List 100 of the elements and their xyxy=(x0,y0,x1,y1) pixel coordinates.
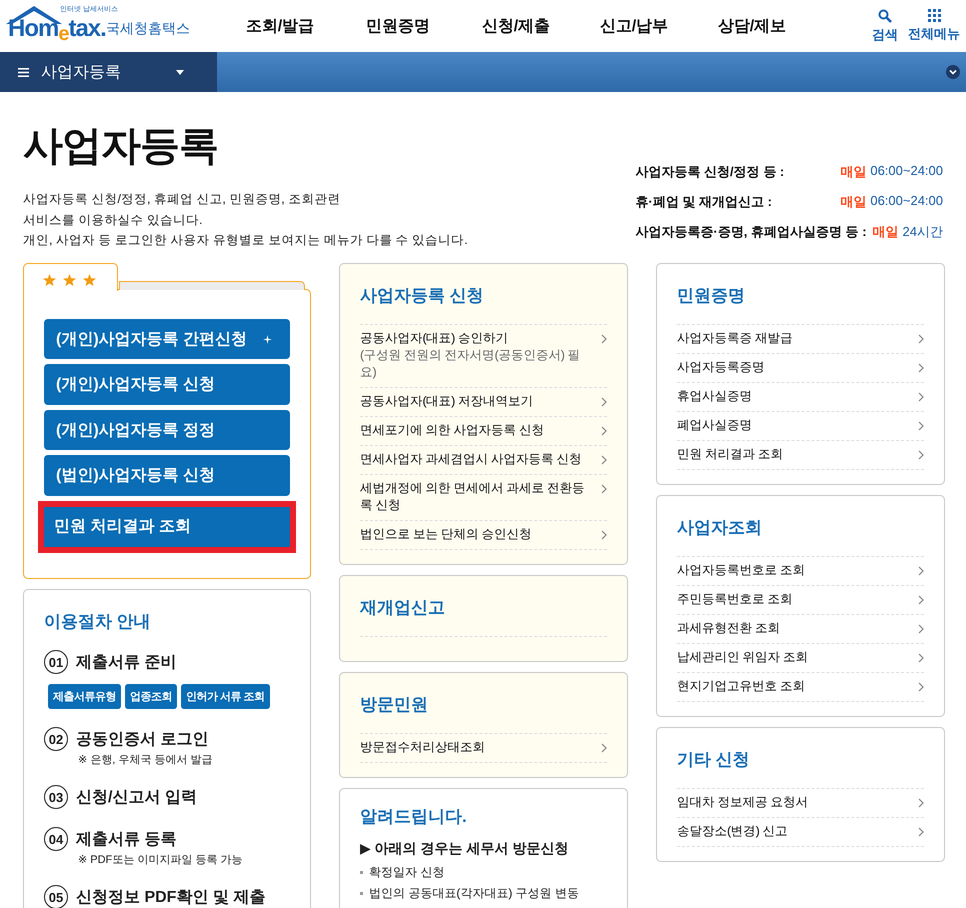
hours-day: 매일 xyxy=(840,163,866,181)
hours-time: 24시간 xyxy=(902,223,943,241)
search-link[interactable]: 검색 xyxy=(872,26,898,44)
step-note: ※ PDF또는 이미지파일 등록 가능 xyxy=(78,853,244,867)
hours-label: 사업자등록증·증명, 휴폐업사실증명 등 : xyxy=(635,223,867,241)
menu-link[interactable]: 사업자등록증 재발급 xyxy=(677,325,924,354)
favorite-button[interactable]: 민원 처리결과 조회 xyxy=(38,500,296,554)
hours-day: 매일 xyxy=(872,223,899,241)
menu-link[interactable]: 면세포기에 의한 사업자등록 신청 xyxy=(360,417,607,446)
chevron-right-icon xyxy=(601,397,607,407)
step-title: 공동인증서 로그인 xyxy=(76,730,208,750)
menu-link[interactable]: 민원 처리결과 조회 xyxy=(677,441,924,470)
lookup-button[interactable]: 인허가 서류 조회 xyxy=(181,684,270,709)
menu-link[interactable]: 납세관리인 위임자 조회 xyxy=(677,644,924,673)
star-icon xyxy=(43,274,56,286)
menu-link[interactable]: 법인으로 보는 단체의 승인신청 xyxy=(360,521,607,550)
favorite-button[interactable]: (개인)사업자등록 정정 xyxy=(44,410,290,450)
description-text: 사업자등록 신청/정정, 휴폐업 신고, 민원증명, 조회관련 xyxy=(23,191,342,208)
star-icon xyxy=(63,274,76,286)
chevron-right-icon xyxy=(918,334,924,344)
chevron-right-icon xyxy=(918,421,924,431)
menu-link[interactable]: 사업자등록증명 xyxy=(677,354,924,383)
menu-link[interactable]: 휴업사실증명 xyxy=(677,383,924,412)
menu-link[interactable]: 송달장소(변경) 신고 xyxy=(677,818,924,847)
chevron-right-icon xyxy=(918,392,924,402)
chevron-right-icon xyxy=(601,484,607,494)
card-title: 사업자조회 xyxy=(677,517,763,539)
card-title: 방문민원 xyxy=(360,694,429,716)
logo-brand[interactable]: Hom$_{e}$tax. xyxy=(8,15,106,46)
favorites-tab[interactable] xyxy=(23,263,118,291)
all-menu-link[interactable]: 전체메뉴 xyxy=(908,24,960,42)
caret-icon xyxy=(176,70,184,74)
menu-link[interactable]: 공동사업자(대표) 승인하기 (구성원 전원의 전자서명(공동인증서) 필요) xyxy=(360,325,607,388)
chevron-right-icon xyxy=(601,455,607,465)
menu-link[interactable]: 면세사업자 과세겸업시 사업자등록 신청 xyxy=(360,446,607,475)
chevron-right-icon xyxy=(918,595,924,605)
menu-link[interactable]: 폐업사실증명 xyxy=(677,412,924,441)
menu-link[interactable]: 방문접수처리상태조회 xyxy=(360,734,607,763)
hours-label: 휴·폐업 및 재개업신고 : xyxy=(635,193,772,211)
menu-link[interactable]: 현지기업고유번호 조회 xyxy=(677,673,924,702)
page-title: 사업자등록 xyxy=(23,123,219,170)
nav-menu-item[interactable]: 조회/발급 xyxy=(221,16,339,36)
lookup-button[interactable]: 제출서류유형 xyxy=(48,684,121,709)
nav-menu-item[interactable]: 신고/납부 xyxy=(575,16,693,36)
chevron-right-icon xyxy=(918,363,924,373)
step-number: 03 xyxy=(44,785,68,809)
step-number: 01 xyxy=(44,650,68,674)
card-title: 기타 신청 xyxy=(677,749,751,771)
notice-heading: ▶ 아래의 경우는 세무서 방문신청 xyxy=(360,840,570,858)
move-icon xyxy=(263,334,272,344)
chevron-right-icon xyxy=(601,426,607,436)
bullet-icon xyxy=(360,871,363,874)
hours-time: 06:00~24:00 xyxy=(870,163,943,180)
step-number: 04 xyxy=(44,827,68,851)
card-title: 민원증명 xyxy=(677,285,746,307)
chevron-right-icon xyxy=(601,743,607,753)
chevron-right-icon xyxy=(601,334,607,344)
menu-link[interactable]: 주민등록번호로 조회 xyxy=(677,586,924,615)
chevron-right-icon xyxy=(918,682,924,692)
hours-label: 사업자등록 신청/정정 등 : xyxy=(635,163,784,181)
description-text: 개인, 사업자 등 로그인한 사용자 유형별로 보여지는 메뉴가 다를 수 있습니다. xyxy=(23,232,468,249)
menu-icon xyxy=(18,68,29,76)
nav-menu-item[interactable]: 민원증명 xyxy=(339,16,457,36)
chevron-right-icon xyxy=(918,798,924,808)
chevron-right-icon xyxy=(918,827,924,837)
logo-name[interactable]: 국세청홈택스 xyxy=(106,20,190,38)
step-note: ※ 은행, 우체국 등에서 발급 xyxy=(78,753,214,767)
card-title: 사업자등록 신청 xyxy=(360,285,485,307)
nav-menu-item[interactable]: 상담/제보 xyxy=(693,16,811,36)
chevron-right-icon xyxy=(601,530,607,540)
star-icon xyxy=(83,274,96,286)
favorite-button[interactable]: (개인)사업자등록 신청 xyxy=(44,364,290,405)
lookup-button[interactable]: 업종조회 xyxy=(125,684,177,709)
chevron-down-icon xyxy=(946,65,960,79)
menu-link[interactable]: 과세유형전환 조회 xyxy=(677,615,924,644)
step-title: 신청/신고서 입력 xyxy=(76,788,197,808)
hours-time: 06:00~24:00 xyxy=(870,193,943,210)
step-number: 02 xyxy=(44,727,68,751)
menu-link[interactable]: 임대차 정보제공 요청서 xyxy=(677,789,924,818)
favorite-button[interactable]: (개인)사업자등록 간편신청 xyxy=(44,319,290,360)
menu-link[interactable]: 공동사업자(대표) 저장내역보기 xyxy=(360,388,607,417)
description-text: 서비스를 이용하실수 있습니다. xyxy=(23,212,204,228)
notice-item: 법인의 공동대표(각자대표) 구성원 변동 xyxy=(369,885,579,902)
nav-menu-item[interactable]: 신청/제출 xyxy=(457,16,575,36)
step-title: 제출서류 등록 xyxy=(76,830,176,850)
card-title: 알려드립니다. xyxy=(360,806,468,828)
breadcrumb-dropdown[interactable]: 사업자등록 xyxy=(0,52,217,92)
menu-link[interactable]: 사업자등록번호로 조회 xyxy=(677,557,924,586)
menu-link[interactable]: 세법개정에 의한 면세에서 과세로 전환등록 신청 xyxy=(360,475,607,521)
grid-menu-icon xyxy=(928,8,940,22)
chevron-right-icon xyxy=(918,653,924,663)
chevron-right-icon xyxy=(918,566,924,576)
step-number: 05 xyxy=(44,885,68,908)
favorite-button[interactable]: (법인)사업자등록 신청 xyxy=(44,455,290,496)
card-title: 이용절차 안내 xyxy=(44,611,152,633)
bullet-icon xyxy=(360,892,363,895)
card-title: 재개업신고 xyxy=(360,597,446,619)
step-title: 신청정보 PDF확인 및 제출 xyxy=(76,888,266,908)
step-title: 제출서류 준비 xyxy=(76,652,176,672)
search-icon xyxy=(878,8,892,22)
